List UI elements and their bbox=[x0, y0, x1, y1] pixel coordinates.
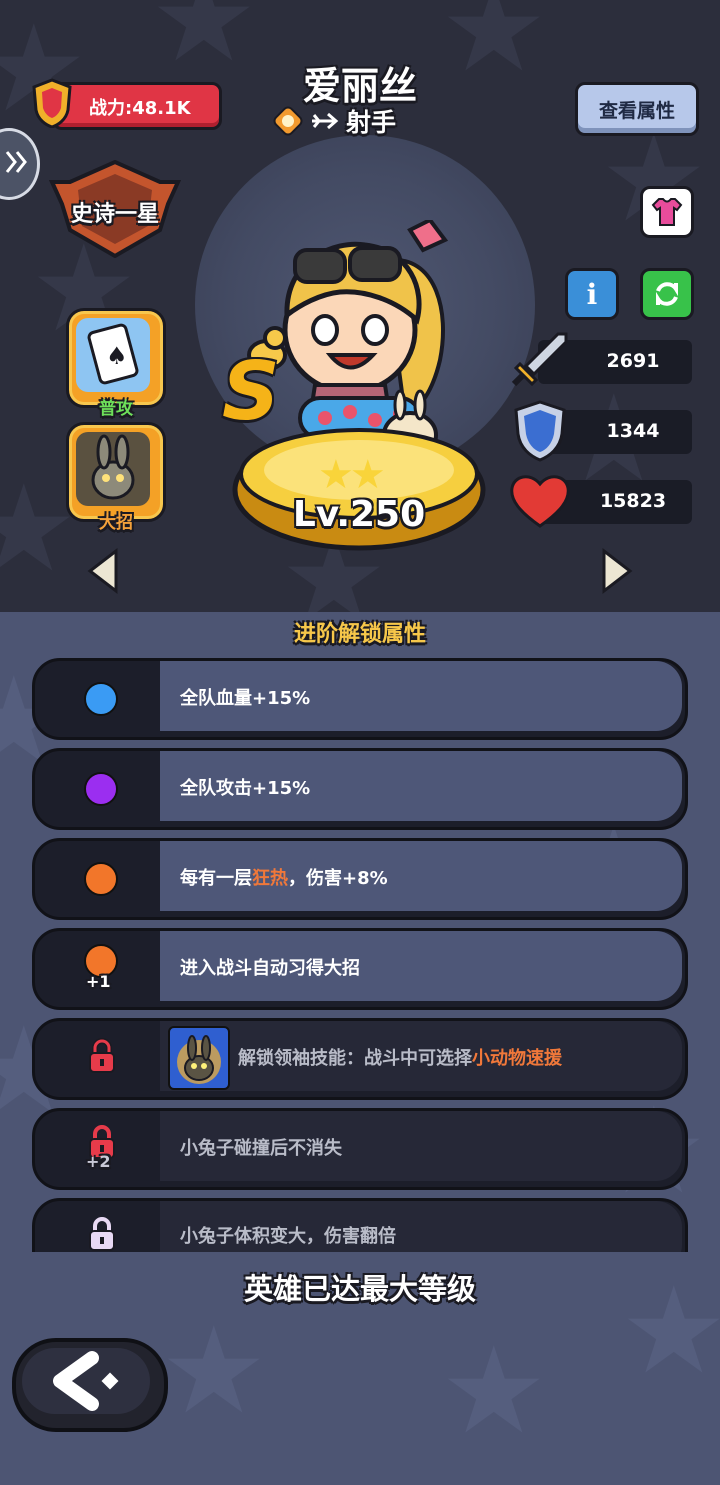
glowing-rabbit-icon bbox=[177, 1035, 221, 1084]
view-attributes-button[interactable]: 查看属性 bbox=[575, 82, 699, 136]
unlock-highlight: 小动物速援 bbox=[472, 1048, 562, 1069]
hero-class-label: 射手 bbox=[346, 108, 397, 137]
level-badge: +1 bbox=[86, 972, 111, 991]
unlock-text: 全队血量+15% bbox=[180, 688, 311, 709]
stat-hp-value: 15823 bbox=[599, 490, 667, 512]
hero-level: Lv.250 bbox=[292, 494, 426, 535]
back-button-inner bbox=[22, 1348, 150, 1414]
list-item: 解锁领袖技能：战斗中可选择小动物速援 bbox=[32, 1018, 688, 1100]
unlock-text: 小兔子碰撞后不消失 bbox=[180, 1138, 342, 1159]
hero-class-row: 射手 bbox=[272, 104, 396, 138]
stat-defense-value: 1344 bbox=[606, 420, 660, 442]
heart-icon bbox=[510, 475, 570, 528]
star-filled-icon: ★ bbox=[318, 452, 354, 498]
purple-dot-icon bbox=[84, 772, 118, 806]
background-star: ★ bbox=[440, 1322, 548, 1461]
rank-label: 史诗一星 bbox=[70, 202, 159, 227]
skill-ultimate-label: 大招 bbox=[99, 513, 133, 533]
back-arrow-icon bbox=[53, 1351, 119, 1411]
shield-icon bbox=[514, 400, 566, 462]
unlock-text: 小兔子体积变大，伤害翻倍 bbox=[180, 1226, 396, 1247]
archer-arrow-icon bbox=[312, 112, 339, 130]
rabbit-icon bbox=[76, 432, 150, 506]
unlock-text: 进入战斗自动习得大招 bbox=[180, 958, 360, 979]
list-item: 小兔子体积变大，伤害翻倍 bbox=[32, 1198, 688, 1252]
skill-normal-attack-label: 普攻 bbox=[99, 399, 133, 419]
swap-button[interactable] bbox=[640, 268, 694, 320]
hero-showcase-panel: ★ ★ ★ ★ ★ ★ ★ ★ S ★★ Lv.250 战力:48.1K bbox=[0, 0, 720, 612]
unlock-highlight: 狂热 bbox=[252, 868, 288, 889]
list-item: 全队血量+15% bbox=[32, 658, 688, 740]
star-rating: ★★ bbox=[318, 452, 386, 498]
unlock-text-part: ，伤害+8% bbox=[288, 868, 388, 889]
tshirt-icon bbox=[651, 198, 683, 226]
unlock-list[interactable]: 全队血量+15% 全队攻击+15% 每有一层狂热，伤害+8% +1 进入战斗自动… bbox=[32, 654, 688, 1252]
level-badge: +2 bbox=[86, 1152, 111, 1171]
svg-text:♠: ♠ bbox=[106, 342, 128, 370]
unlock-text-part: 每有一层 bbox=[180, 868, 252, 889]
blue-dot-icon bbox=[84, 682, 118, 716]
stat-hp: 15823 bbox=[508, 475, 692, 528]
lock-icon bbox=[89, 1217, 115, 1251]
list-item: 全队攻击+15% bbox=[32, 748, 688, 830]
stat-defense: 1344 bbox=[508, 400, 692, 462]
unlock-text: 每有一层狂热，伤害+8% bbox=[180, 864, 388, 890]
element-sun-icon bbox=[273, 106, 303, 136]
card-icon: ♠ bbox=[76, 318, 150, 392]
list-item: +2 小兔子碰撞后不消失 bbox=[32, 1108, 688, 1190]
info-icon: i bbox=[586, 277, 598, 311]
skill-ultimate[interactable]: 大招 bbox=[66, 422, 166, 533]
leader-skill-icon bbox=[168, 1026, 230, 1090]
unlock-section-title: 进阶解锁属性 bbox=[293, 622, 426, 647]
list-item: +1 进入战斗自动习得大招 bbox=[32, 928, 688, 1010]
card-art: ♠ bbox=[87, 323, 139, 385]
unlock-text: 全队攻击+15% bbox=[180, 778, 311, 799]
unlock-text: 解锁领袖技能：战斗中可选择小动物速援 bbox=[238, 1044, 562, 1070]
stat-attack-value: 2691 bbox=[606, 350, 660, 372]
sword-icon bbox=[511, 332, 568, 387]
list-item: 每有一层狂热，伤害+8% bbox=[32, 838, 688, 920]
rabbit-art bbox=[91, 434, 135, 500]
view-attributes-label: 查看属性 bbox=[598, 99, 675, 122]
rank-badge: 史诗一星 bbox=[48, 160, 182, 258]
lock-icon bbox=[89, 1038, 115, 1073]
info-button[interactable]: i bbox=[565, 268, 619, 320]
stat-attack: 2691 bbox=[508, 332, 692, 387]
max-level-message: 英雄已达最大等级 bbox=[243, 1272, 476, 1306]
costume-button[interactable] bbox=[640, 186, 694, 238]
previous-hero-arrow-icon[interactable] bbox=[86, 547, 122, 595]
star-filled-icon: ★ bbox=[349, 452, 386, 498]
back-button[interactable] bbox=[12, 1338, 168, 1432]
unlock-text-part: 解锁领袖技能：战斗中可选择 bbox=[238, 1048, 472, 1069]
orange-dot-icon bbox=[84, 862, 118, 896]
refresh-icon bbox=[656, 282, 678, 306]
next-hero-arrow-icon[interactable] bbox=[598, 547, 634, 595]
background-star: ★ bbox=[160, 1302, 268, 1441]
double-chevron-right-icon bbox=[5, 151, 27, 173]
skill-normal-attack[interactable]: ♠ 普攻 bbox=[66, 308, 166, 419]
